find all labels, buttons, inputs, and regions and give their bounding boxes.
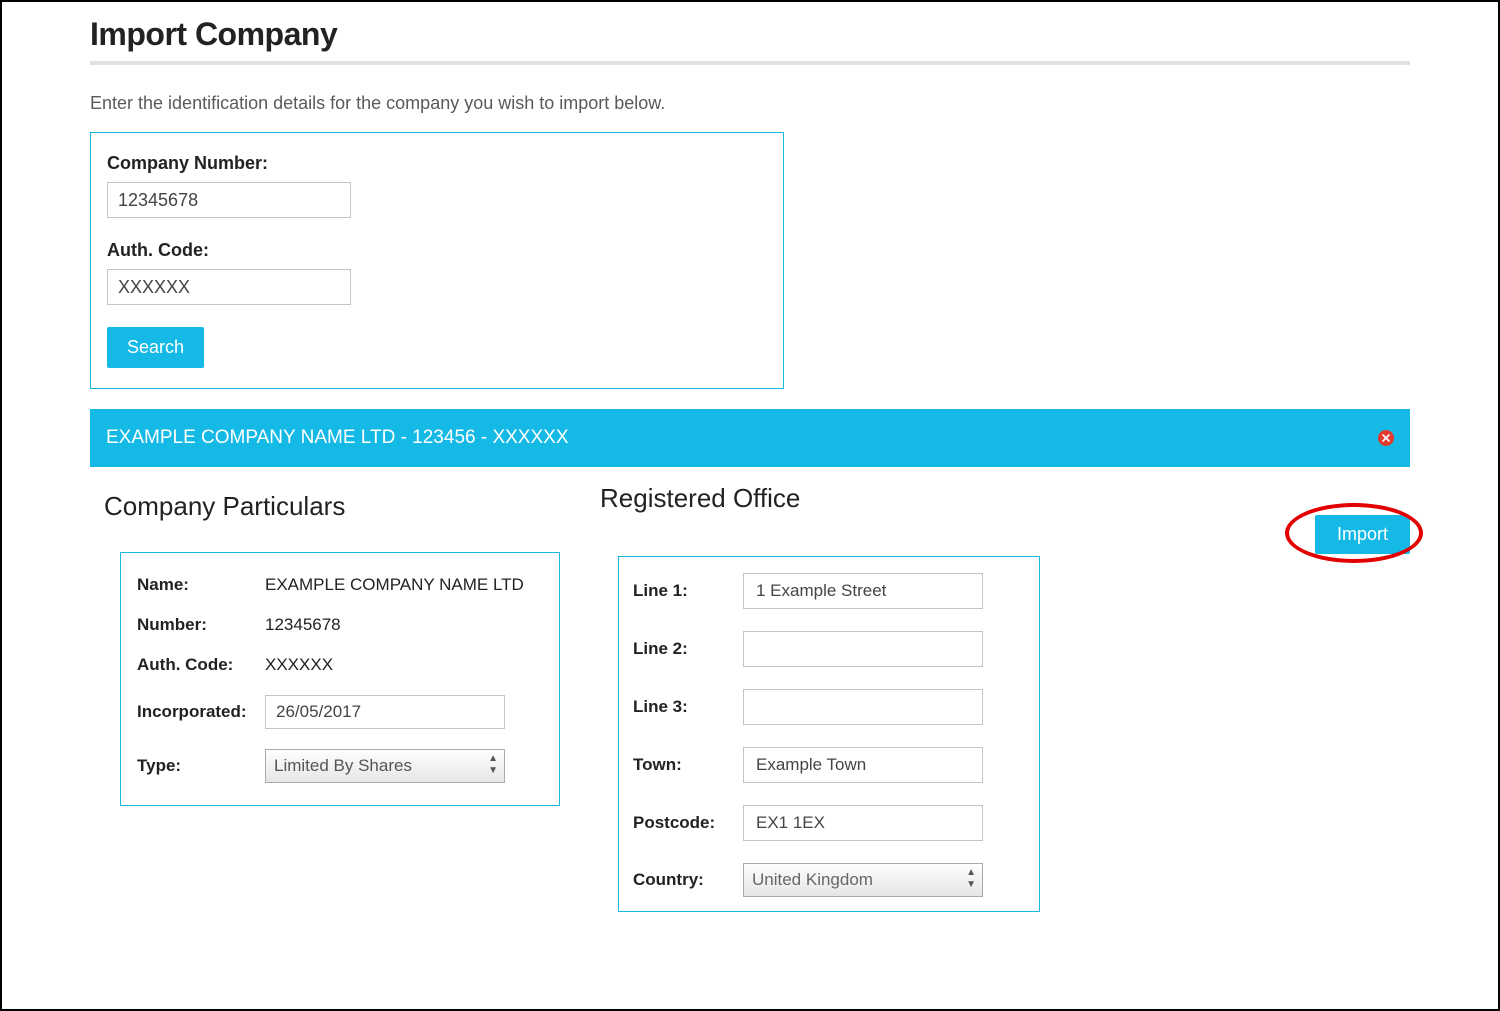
chevron-updown-icon: ▲▼: [966, 867, 976, 891]
number-value: 12345678: [265, 615, 341, 635]
result-bar-text: EXAMPLE COMPANY NAME LTD - 123456 - XXXX…: [106, 427, 569, 449]
result-bar: EXAMPLE COMPANY NAME LTD - 123456 - XXXX…: [90, 409, 1410, 467]
search-panel: Company Number: Auth. Code: Search: [90, 132, 784, 389]
name-label: Name:: [137, 575, 265, 595]
town-label: Town:: [633, 755, 743, 775]
country-select-value: United Kingdom: [752, 870, 873, 890]
particulars-panel: Name: EXAMPLE COMPANY NAME LTD Number: 1…: [120, 552, 560, 806]
town-input[interactable]: [743, 747, 983, 783]
name-value: EXAMPLE COMPANY NAME LTD: [265, 575, 524, 595]
auth-code-readout-value: XXXXXX: [265, 655, 333, 675]
line2-label: Line 2:: [633, 639, 743, 659]
postcode-input[interactable]: [743, 805, 983, 841]
office-panel: Line 1: Line 2: Line 3: Town:: [618, 556, 1040, 912]
line3-label: Line 3:: [633, 697, 743, 717]
country-select[interactable]: United Kingdom ▲▼: [743, 863, 983, 897]
number-label: Number:: [137, 615, 265, 635]
search-button[interactable]: Search: [107, 327, 204, 368]
company-number-input[interactable]: [107, 182, 351, 218]
type-select-value: Limited By Shares: [274, 756, 412, 776]
office-heading: Registered Office: [600, 483, 1040, 514]
incorporated-input[interactable]: [265, 695, 505, 729]
line2-input[interactable]: [743, 631, 983, 667]
page-title: Import Company: [90, 16, 1410, 53]
auth-code-label: Auth. Code:: [107, 240, 767, 261]
close-icon[interactable]: [1378, 430, 1394, 446]
company-number-label: Company Number:: [107, 153, 767, 174]
title-rule: [90, 61, 1410, 65]
line1-label: Line 1:: [633, 581, 743, 601]
line3-input[interactable]: [743, 689, 983, 725]
line1-input[interactable]: [743, 573, 983, 609]
type-select[interactable]: Limited By Shares ▲▼: [265, 749, 505, 783]
auth-code-input[interactable]: [107, 269, 351, 305]
postcode-label: Postcode:: [633, 813, 743, 833]
import-button[interactable]: Import: [1315, 515, 1410, 554]
intro-text: Enter the identification details for the…: [90, 93, 1410, 114]
incorporated-label: Incorporated:: [137, 702, 265, 722]
auth-code-readout-label: Auth. Code:: [137, 655, 265, 675]
type-label: Type:: [137, 756, 265, 776]
particulars-heading: Company Particulars: [104, 491, 560, 522]
chevron-updown-icon: ▲▼: [488, 753, 498, 777]
country-label: Country:: [633, 870, 743, 890]
